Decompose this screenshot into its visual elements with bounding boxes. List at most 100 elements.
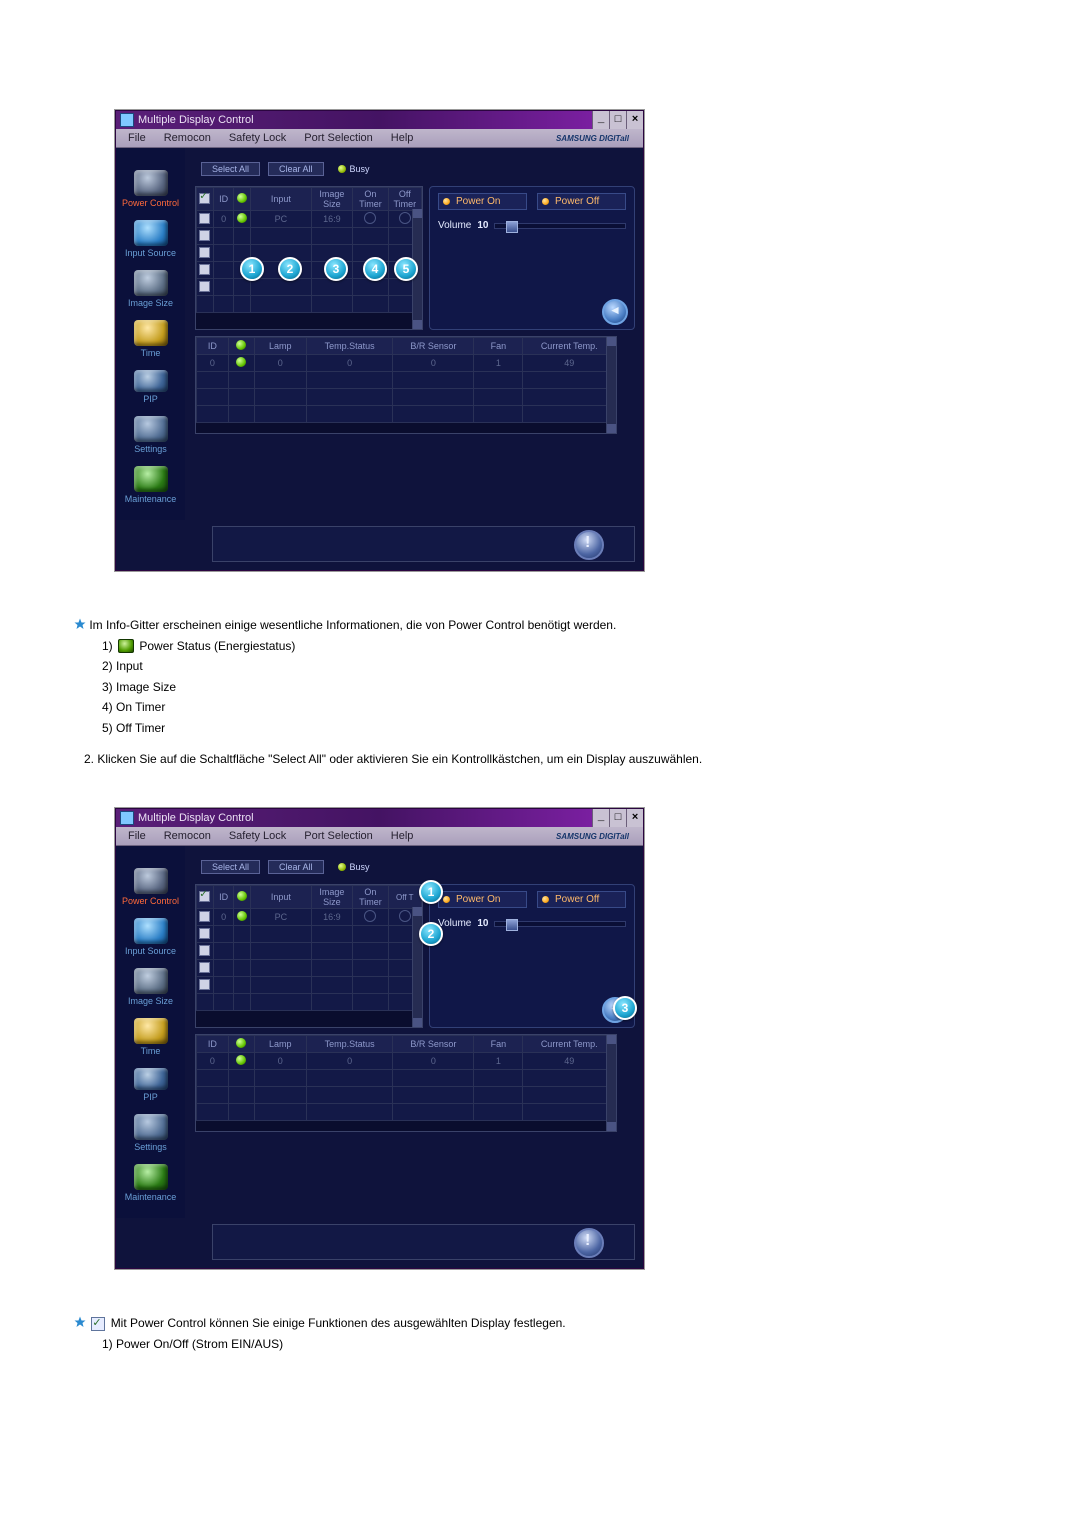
sidebar: Power Control Input Source Image Size Ti… [116, 846, 185, 1218]
row-checkbox[interactable] [199, 911, 210, 922]
menu-help[interactable]: Help [383, 130, 422, 146]
table-row[interactable] [197, 245, 422, 262]
row-checkbox[interactable] [199, 928, 210, 939]
header-checkbox-icon[interactable] [199, 193, 210, 204]
window-minimize-button[interactable]: _ [592, 111, 609, 129]
menubar: File Remocon Safety Lock Port Selection … [116, 129, 643, 148]
table-row[interactable] [197, 279, 422, 296]
table-row[interactable]: 0 PC 16:9 [197, 909, 422, 926]
vertical-scrollbar[interactable] [412, 907, 422, 1027]
sidebar-item-power-control[interactable]: Power Control [116, 864, 185, 914]
row-checkbox[interactable] [199, 962, 210, 973]
table-row[interactable] [197, 228, 422, 245]
row-checkbox[interactable] [199, 230, 210, 241]
sidebar-item-maintenance[interactable]: Maintenance [116, 462, 185, 512]
select-all-button[interactable]: Select All [201, 860, 260, 874]
menu-safety-lock[interactable]: Safety Lock [221, 130, 294, 146]
sidebar-item-label: PIP [116, 1092, 185, 1102]
volume-thumb-icon[interactable] [506, 221, 518, 233]
table-row[interactable] [197, 372, 616, 389]
menu-remocon[interactable]: Remocon [156, 828, 219, 844]
col-brsensor-header: B/R Sensor [393, 338, 474, 355]
table-row[interactable] [197, 960, 422, 977]
row-checkbox[interactable] [199, 945, 210, 956]
menu-help[interactable]: Help [383, 828, 422, 844]
window-close-button[interactable]: × [626, 809, 643, 827]
window-close-button[interactable]: × [626, 111, 643, 129]
table-row[interactable] [197, 977, 422, 994]
menu-file[interactable]: File [120, 130, 154, 146]
warning-icon[interactable] [574, 530, 604, 560]
time-icon [134, 320, 168, 346]
grid-toolbar: Select All Clear All Busy [195, 858, 635, 878]
power-on-button[interactable]: Power On [438, 891, 527, 908]
col-brsensor-header: B/R Sensor [393, 1036, 474, 1053]
table-row[interactable] [197, 389, 616, 406]
page: Multiple Display Control _ □ × File Remo… [0, 0, 1080, 1453]
window-maximize-button[interactable]: □ [609, 809, 626, 827]
clear-all-button[interactable]: Clear All [268, 162, 324, 176]
row-checkbox[interactable] [199, 979, 210, 990]
select-all-button[interactable]: Select All [201, 162, 260, 176]
power-off-button[interactable]: Power Off [537, 891, 626, 908]
table-row[interactable] [197, 1104, 616, 1121]
header-checkbox-icon[interactable] [199, 891, 210, 902]
sidebar-item-label: Image Size [116, 996, 185, 1006]
table-row[interactable] [197, 994, 422, 1011]
volume-slider[interactable] [494, 921, 626, 927]
volume-row: Volume 10 [438, 220, 626, 231]
sidebar-item-maintenance[interactable]: Maintenance [116, 1160, 185, 1210]
menu-remocon[interactable]: Remocon [156, 130, 219, 146]
table-row[interactable] [197, 296, 422, 313]
clear-all-button[interactable]: Clear All [268, 860, 324, 874]
volume-thumb-icon[interactable] [506, 919, 518, 931]
sidebar-item-input-source[interactable]: Input Source [116, 216, 185, 266]
power-status-led-icon [237, 911, 247, 921]
power-off-button[interactable]: Power Off [537, 193, 626, 210]
table-row[interactable] [197, 943, 422, 960]
power-buttons-row: Power On Power Off [438, 891, 626, 908]
power-on-button[interactable]: Power On [438, 193, 527, 210]
note-intro: Mit Power Control können Sie einige Funk… [111, 1316, 566, 1330]
sidebar-item-settings[interactable]: Settings [116, 1110, 185, 1160]
menu-safety-lock[interactable]: Safety Lock [221, 828, 294, 844]
menu-port-selection[interactable]: Port Selection [296, 130, 380, 146]
sidebar-item-image-size[interactable]: Image Size [116, 964, 185, 1014]
sidebar-item-time[interactable]: Time [116, 316, 185, 366]
sidebar-item-image-size[interactable]: Image Size [116, 266, 185, 316]
sidebar-item-power-control[interactable]: Power Control [116, 166, 185, 216]
table-row[interactable]: 0 0 0 0 1 49 [197, 355, 616, 372]
table-row[interactable] [197, 406, 616, 423]
sidebar-item-pip[interactable]: PIP [116, 1064, 185, 1110]
volume-slider[interactable] [494, 223, 626, 229]
vertical-scrollbar[interactable] [606, 1035, 616, 1131]
table-row[interactable]: 0 0 0 0 1 49 [197, 1053, 616, 1070]
window-maximize-button[interactable]: □ [609, 111, 626, 129]
speaker-icon[interactable] [602, 299, 628, 325]
table-row[interactable] [197, 1070, 616, 1087]
menu-file[interactable]: File [120, 828, 154, 844]
table-row[interactable] [197, 1087, 616, 1104]
note-li: 3) Image Size [102, 678, 994, 697]
warning-icon[interactable] [574, 1228, 604, 1258]
row-checkbox[interactable] [199, 213, 210, 224]
col-input-header: Input [251, 886, 311, 909]
status-grid-table: ID Lamp Temp.Status B/R Sensor Fan Curre… [196, 337, 616, 423]
window-buttons: _ □ × [592, 111, 643, 129]
callout-3: 3 [613, 996, 637, 1020]
sidebar-item-time[interactable]: Time [116, 1014, 185, 1064]
table-row[interactable] [197, 262, 422, 279]
sidebar-item-settings[interactable]: Settings [116, 412, 185, 462]
sidebar-item-pip[interactable]: PIP [116, 366, 185, 412]
row-checkbox[interactable] [199, 264, 210, 275]
vertical-scrollbar[interactable] [606, 337, 616, 433]
menu-port-selection[interactable]: Port Selection [296, 828, 380, 844]
window-minimize-button[interactable]: _ [592, 809, 609, 827]
power-status-led-icon [237, 213, 247, 223]
table-row[interactable] [197, 926, 422, 943]
volume-value: 10 [477, 918, 488, 929]
sidebar-item-input-source[interactable]: Input Source [116, 914, 185, 964]
row-checkbox[interactable] [199, 281, 210, 292]
table-row[interactable]: 0 PC 16:9 [197, 211, 422, 228]
row-checkbox[interactable] [199, 247, 210, 258]
